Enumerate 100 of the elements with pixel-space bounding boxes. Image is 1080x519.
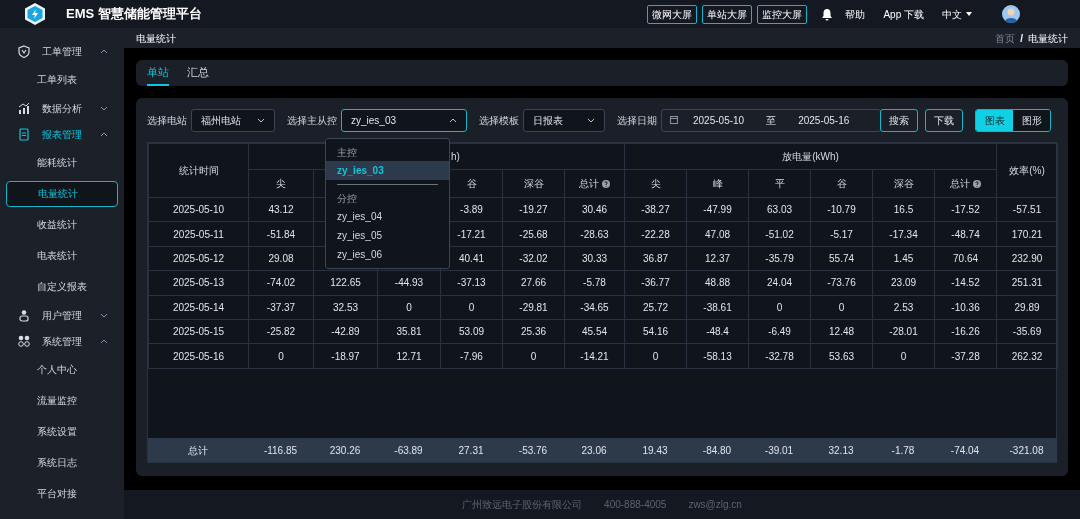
menu-item[interactable]: 电量统计 [6,180,118,207]
table-cell: 35.81 [396,326,422,338]
table-cell: 232.90 [1011,252,1043,264]
table-cell: 29.08 [268,252,294,264]
menu-item[interactable]: 流量监控 [6,387,118,414]
column-header: 总计 [579,176,610,191]
table-cell: -14.52 [951,277,980,289]
search-button[interactable]: 搜索 [880,108,918,132]
select-field[interactable]: 福州电站 [191,108,275,132]
screen-button[interactable]: 微网大屏 [647,4,698,24]
avatar-icon[interactable] [1002,5,1020,23]
table-cell: 2025-05-13 [172,277,225,289]
dropdown-option[interactable]: zy_ies_06 [326,245,449,264]
help-icon[interactable] [602,179,610,188]
download-button[interactable]: 下载 [925,108,963,132]
column-header: 平 [774,177,785,191]
table-cell: -57.51 [1012,204,1042,216]
field-label: 选择主从控 [287,113,337,128]
option-group-title: 分控 [336,191,358,206]
table-cell: -3.89 [460,204,483,216]
menu-group[interactable]: 报表管理 [42,126,88,142]
table-cell: -17.52 [951,204,980,216]
table-cell: -44.93 [394,277,424,289]
menu-group[interactable]: 工单管理 [42,43,88,59]
table-cell: 0 [468,301,475,313]
column-header: 峰 [712,177,723,191]
option-group-title: 主控 [336,145,358,160]
menu-item[interactable]: 系统日志 [6,449,118,476]
table-cell: -116.85 [263,444,298,456]
dropdown-option[interactable]: zy_ies_04 [326,207,449,226]
field-label: 选择日期 [617,113,657,128]
tab[interactable]: 单站 [147,63,169,86]
screen-button[interactable]: 监控大屏 [757,4,808,24]
menu-item[interactable]: 个人中心 [6,356,118,383]
table-cell: 32.13 [828,444,854,456]
table-cell: 45.54 [582,326,608,338]
table-cell: -51.84 [266,228,296,240]
table-cell: -321.08 [1009,444,1044,456]
screen-button[interactable]: 单站大屏 [702,4,753,24]
menu-item[interactable]: 自定义报表 [6,273,118,300]
table-cell: -53.76 [518,444,548,456]
menu-group[interactable]: 系统管理 [42,333,88,349]
table-cell: -28.63 [580,228,609,240]
select-field[interactable]: 日报表 [523,108,605,132]
footer-text: 广州致远电子股份有限公司 [462,498,583,512]
menu-item[interactable]: 能耗统计 [6,149,118,176]
table-cell: 36.87 [643,252,669,264]
table-cell: -6.49 [768,326,791,338]
language-select[interactable]: 中文 [942,6,972,22]
table-cell: 总计 [188,444,208,456]
select-field[interactable]: zy_ies_03 [341,108,467,132]
dropdown-option[interactable]: zy_ies_03 [326,161,449,180]
table-cell: 48.88 [705,277,731,289]
menu-item[interactable]: 平台对接 [6,480,118,507]
footer-text: zws@zlg.cn [688,498,742,512]
table-cell: 30.46 [582,204,608,216]
bell-icon[interactable] [821,7,834,21]
table-cell: -14.21 [580,350,609,362]
menu-item[interactable]: 收益统计 [6,211,118,238]
menu-group[interactable]: 用户管理 [42,307,88,323]
table-cell: -10.36 [951,301,980,313]
column-header: 放电量(kWh) [624,143,997,170]
help-link[interactable]: 帮助 [845,6,866,22]
menu-item[interactable]: 工单列表 [6,66,118,93]
table-cell: 23.06 [581,444,607,456]
column-header: 深谷 [523,177,544,191]
table-cell: 53.09 [459,326,484,338]
menu-item[interactable]: 电表统计 [6,242,118,269]
dropdown-option[interactable]: zy_ies_05 [326,226,449,245]
table-cell: -37.13 [457,277,486,289]
table-cell: 170.21 [1011,228,1043,240]
menu-item[interactable]: 系统设置 [6,418,118,445]
table-cell: 16.5 [893,204,914,216]
breadcrumb-link[interactable]: 首页 [995,30,1016,46]
table-cell: 63.03 [767,204,793,216]
table-cell: -32.78 [765,350,794,362]
column-header: 统计时间 [148,143,249,198]
table-cell: -10.79 [827,204,856,216]
table-cell: 2025-05-16 [172,350,225,362]
table-cell: 32.53 [333,301,358,313]
table-cell: -42.89 [331,326,360,338]
table-cell: -35.79 [765,252,794,264]
view-toggle-button[interactable]: 图表 [976,109,1013,131]
table-cell: 0 [652,350,659,362]
tab[interactable]: 汇总 [187,63,209,86]
table-cell: 27.66 [521,277,546,289]
view-toggle-button[interactable]: 图形 [1013,109,1050,131]
table-cell: 0 [776,301,783,313]
table-cell: 19.43 [642,444,668,456]
table-cell: 0 [838,301,845,313]
date-range-field[interactable]: 2025-05-10 至 2025-05-16 [661,108,881,132]
help-icon[interactable] [973,179,982,188]
app-download-link[interactable]: App 下载 [883,6,924,22]
logo-icon [24,2,46,26]
column-header: 效率(%) [996,143,1058,198]
table-cell: 47.08 [705,228,731,240]
breadcrumb-separator: / [1020,31,1023,46]
table-cell: -28.01 [889,326,918,338]
table-cell: 1.45 [893,252,914,264]
menu-group[interactable]: 数据分析 [42,100,88,116]
